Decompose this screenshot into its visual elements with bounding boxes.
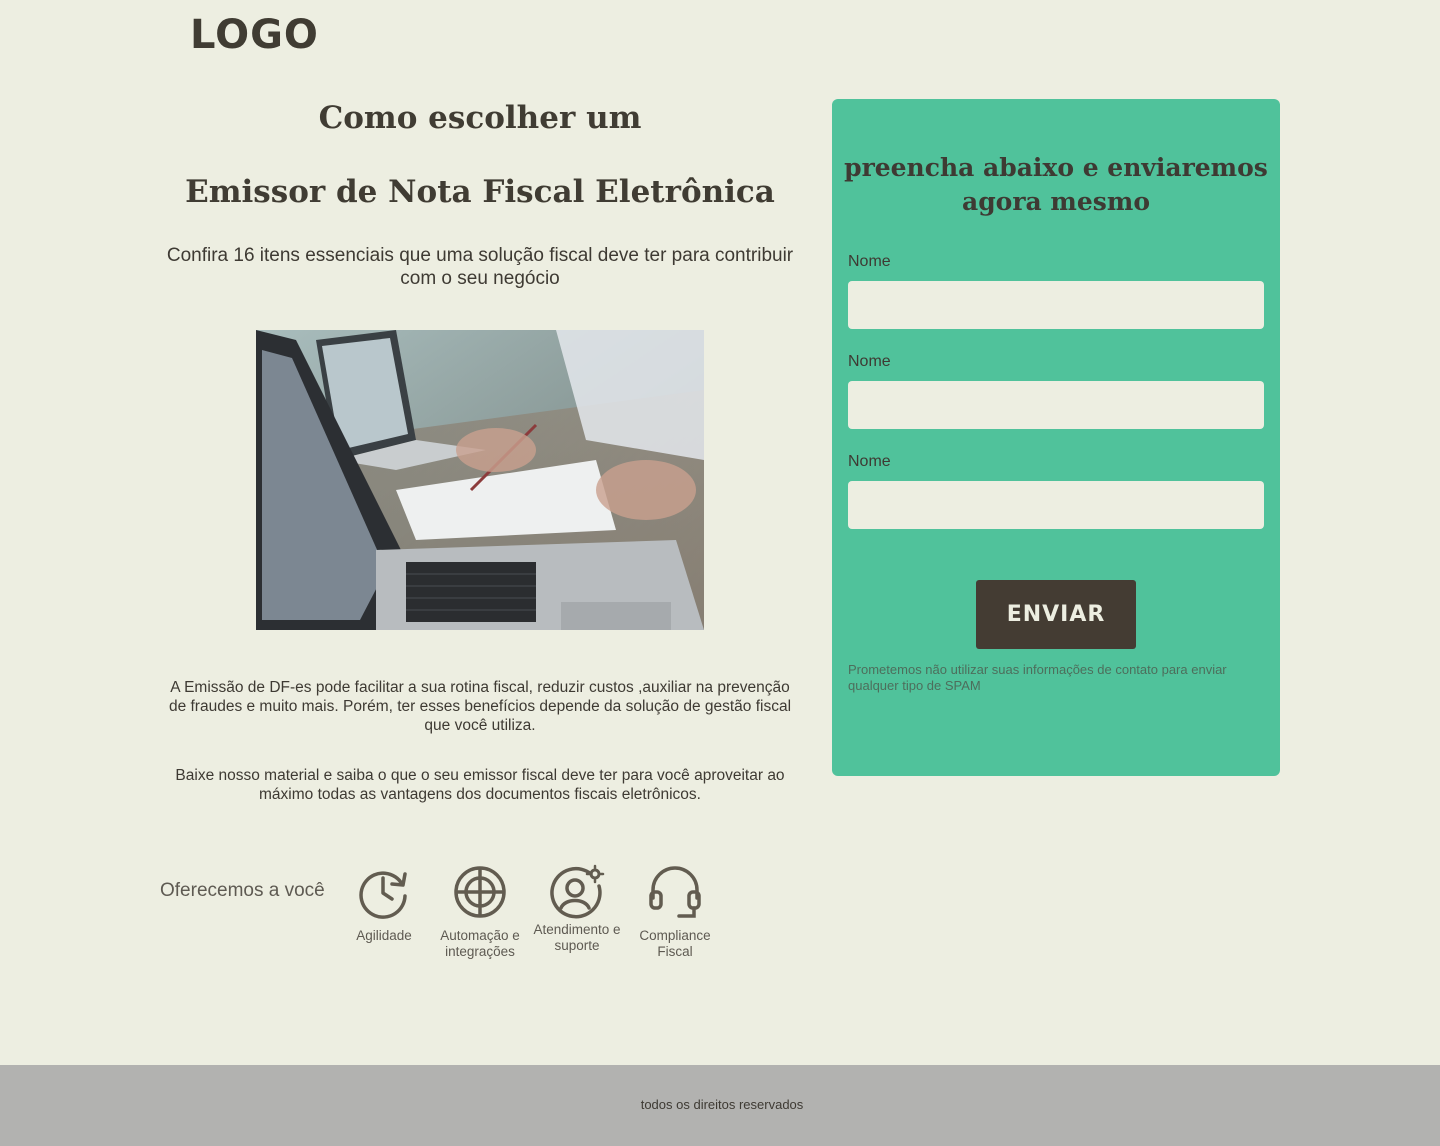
form-title: preencha abaixo e enviaremos agora mesmo — [844, 153, 1268, 216]
logo[interactable]: LOGO — [190, 12, 319, 58]
feature-label: Atendimento e suporte — [533, 922, 621, 953]
feature-compliance: Compliance Fiscal — [627, 864, 723, 960]
feature-label: Compliance Fiscal — [639, 928, 711, 959]
name-field-label: Nome — [848, 453, 891, 470]
name-field-label: Nome — [848, 353, 891, 370]
feature-atendimento: Atendimento e suporte — [529, 864, 625, 954]
target-icon — [454, 866, 506, 918]
footer-copyright: todos os direitos reservados — [640, 1097, 804, 1112]
user-gear-icon — [550, 864, 605, 919]
feature-agilidade: Agilidade — [336, 864, 432, 944]
intro-paragraph: A Emissão de DF-es pode facilitar a sua … — [168, 679, 792, 734]
name-field[interactable] — [848, 481, 1264, 529]
name-field-label: Nome — [848, 253, 891, 270]
offer-label: Oferecemos a você — [160, 880, 325, 901]
lead-form: preencha abaixo e enviaremos agora mesmo… — [832, 99, 1280, 776]
page-title-line2: Emissor de Nota Fiscal Eletrônica — [185, 174, 775, 210]
privacy-disclaimer: Prometemos não utilizar suas informações… — [848, 662, 1227, 693]
headset-icon — [649, 866, 701, 918]
name-field[interactable] — [848, 281, 1264, 329]
feature-label: Automação e integrações — [440, 928, 520, 959]
hero-image — [256, 330, 704, 630]
submit-button[interactable]: ENVIAR — [976, 580, 1136, 649]
page-subtitle: Confira 16 itens essenciais que uma solu… — [166, 245, 794, 289]
name-field[interactable] — [848, 381, 1264, 429]
feature-label: Agilidade — [356, 928, 412, 943]
footer: todos os direitos reservados — [0, 1065, 1440, 1146]
page-title-line1: Como escolher um — [318, 100, 642, 136]
feature-automacao: Automação e integrações — [432, 864, 528, 960]
download-paragraph: Baixe nosso material e saiba o que o seu… — [175, 767, 785, 803]
clock-refresh-icon — [359, 871, 407, 919]
